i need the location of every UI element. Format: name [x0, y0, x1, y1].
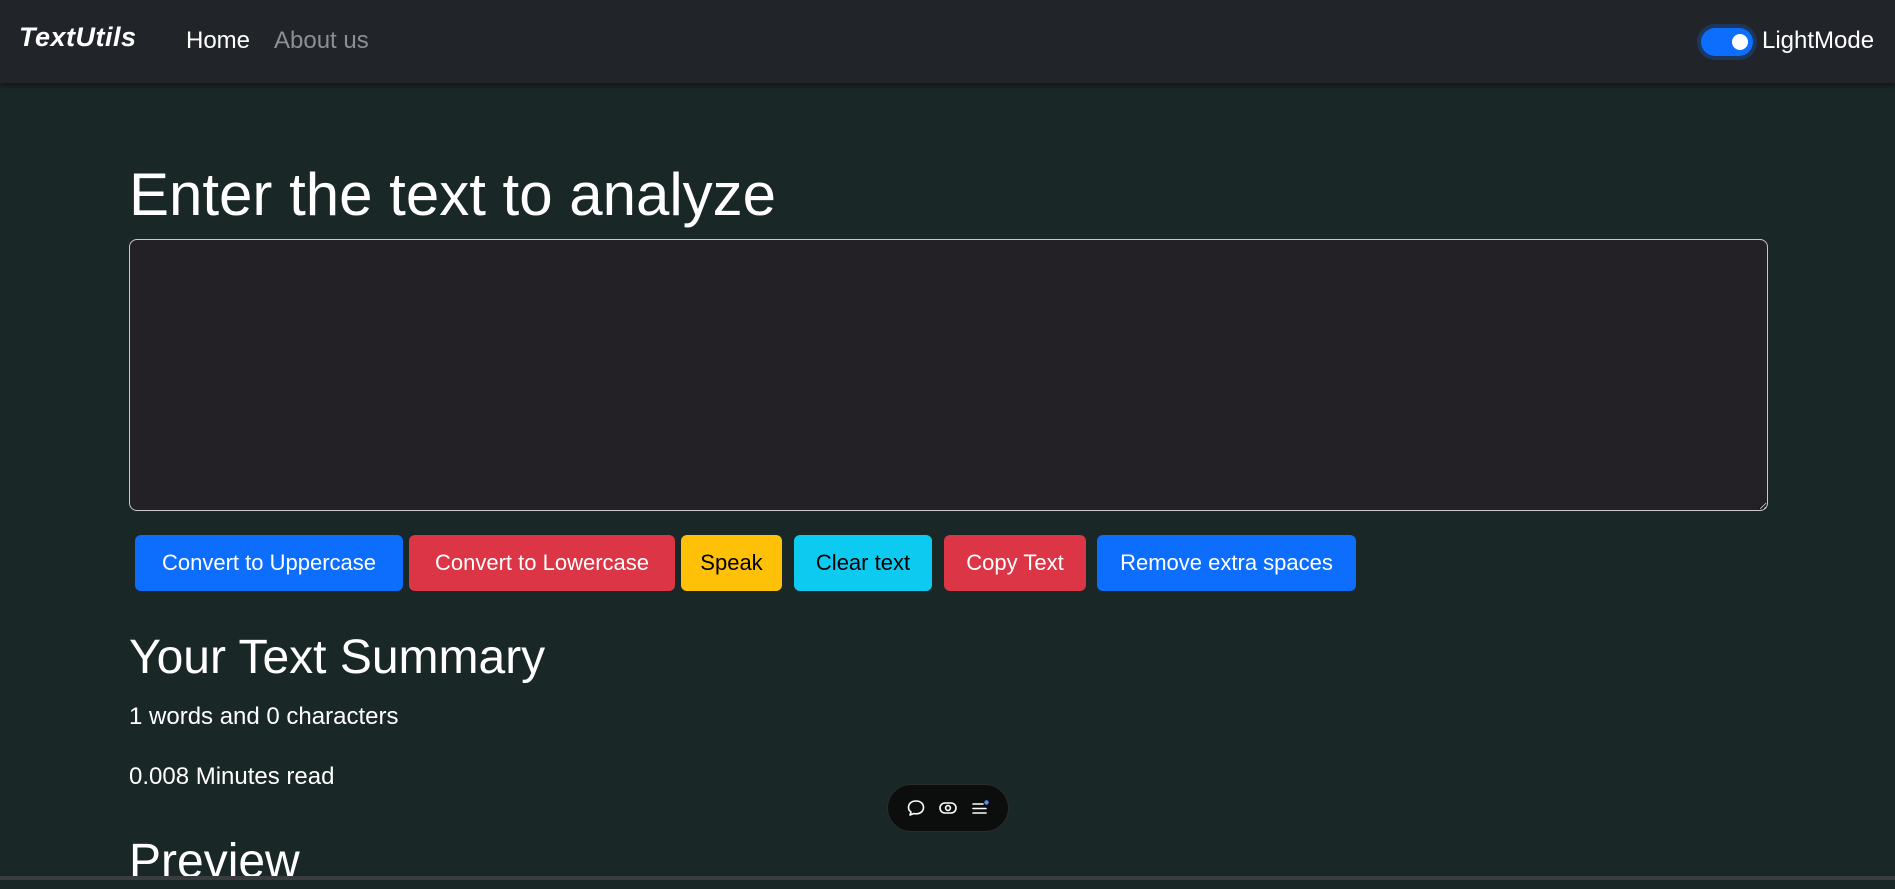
text-input-area[interactable]	[129, 239, 1768, 511]
convert-lowercase-button[interactable]: Convert to Lowercase	[409, 535, 675, 591]
speak-button[interactable]: Speak	[681, 535, 782, 591]
convert-uppercase-button[interactable]: Convert to Uppercase	[135, 535, 403, 591]
eye-icon[interactable]	[936, 796, 960, 820]
preview-heading: Preview	[129, 835, 300, 888]
clear-text-button[interactable]: Clear text	[794, 535, 932, 591]
lightmode-toggle-switch[interactable]	[1701, 28, 1753, 56]
window-bottom-edge	[0, 876, 1895, 880]
navbar: TextUtils Home About us LightMode	[0, 0, 1895, 83]
read-time-text: 0.008 Minutes read	[129, 763, 335, 790]
remove-extra-spaces-button[interactable]: Remove extra spaces	[1097, 535, 1356, 591]
copy-text-button[interactable]: Copy Text	[944, 535, 1086, 591]
nav-link-home[interactable]: Home	[186, 27, 250, 55]
menu-icon[interactable]	[968, 796, 992, 820]
brand-logo[interactable]: TextUtils	[19, 22, 137, 53]
lightmode-toggle-label[interactable]: LightMode	[1762, 27, 1874, 55]
nav-link-about[interactable]: About us	[274, 27, 369, 55]
page-heading: Enter the text to analyze	[129, 161, 777, 228]
floating-toolbar	[887, 784, 1009, 832]
summary-heading: Your Text Summary	[129, 631, 546, 684]
toggle-knob	[1732, 34, 1748, 50]
chat-bubble-icon[interactable]	[904, 796, 928, 820]
word-count-text: 1 words and 0 characters	[129, 703, 399, 730]
